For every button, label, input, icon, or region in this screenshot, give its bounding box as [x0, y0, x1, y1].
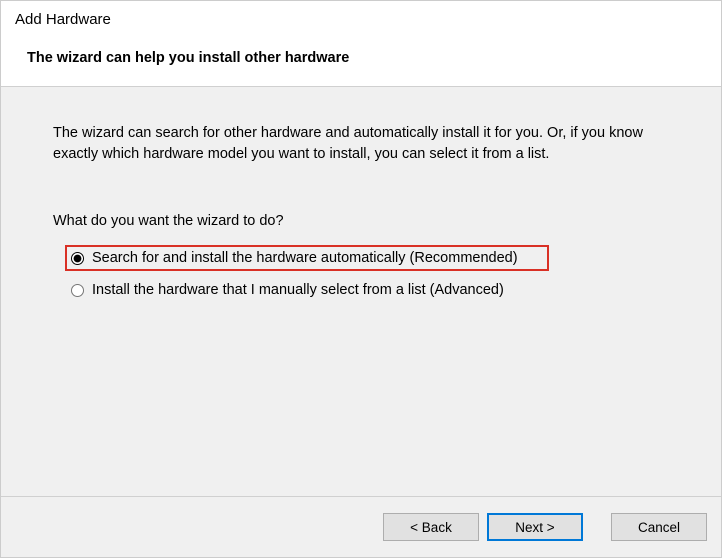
window-title: Add Hardware	[15, 11, 707, 28]
question-text: What do you want the wizard to do?	[53, 213, 669, 229]
back-button[interactable]: < Back	[383, 513, 479, 541]
wizard-content: The wizard can search for other hardware…	[1, 87, 721, 497]
option-manual-select[interactable]: Install the hardware that I manually sel…	[65, 277, 669, 303]
wizard-header: Add Hardware The wizard can help you ins…	[1, 1, 721, 87]
option-auto-search-label: Search for and install the hardware auto…	[92, 250, 518, 266]
radio-manual-select[interactable]	[71, 284, 84, 297]
next-button[interactable]: Next >	[487, 513, 583, 541]
cancel-button[interactable]: Cancel	[611, 513, 707, 541]
description-text: The wizard can search for other hardware…	[53, 123, 669, 165]
option-manual-select-label: Install the hardware that I manually sel…	[92, 282, 504, 298]
option-auto-search[interactable]: Search for and install the hardware auto…	[65, 245, 549, 271]
wizard-footer: < Back Next > Cancel	[1, 497, 721, 557]
radio-auto-search[interactable]	[71, 252, 84, 265]
button-spacer	[591, 513, 603, 541]
wizard-subtitle: The wizard can help you install other ha…	[15, 50, 707, 66]
